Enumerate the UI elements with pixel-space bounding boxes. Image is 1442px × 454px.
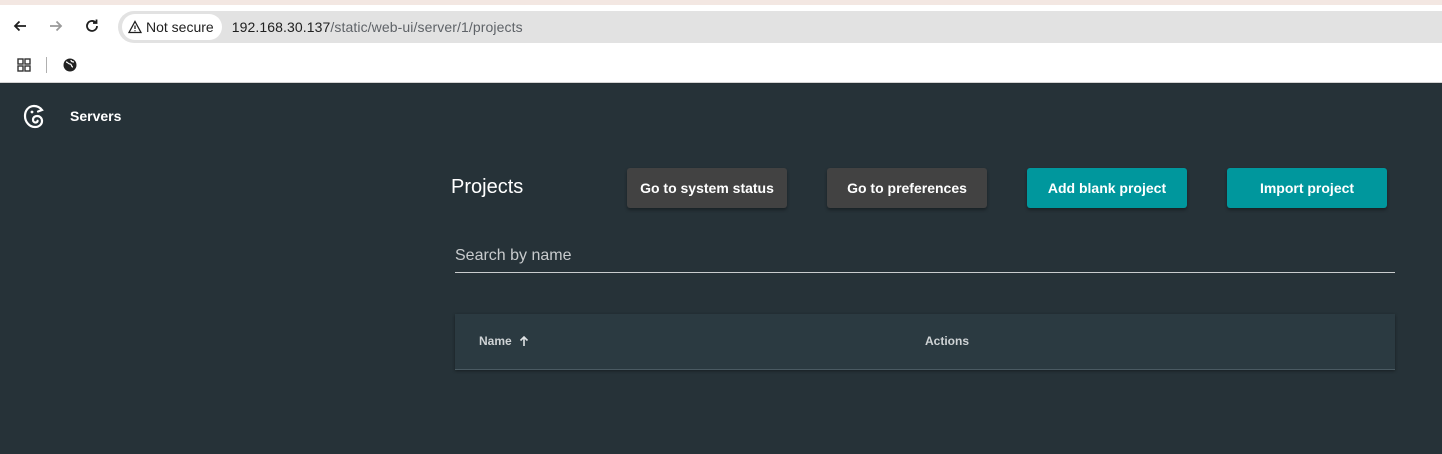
app-title[interactable]: Servers xyxy=(70,108,121,124)
url-text[interactable]: 192.168.30.137/static/web-ui/server/1/pr… xyxy=(232,19,523,35)
arrow-right-icon xyxy=(50,20,63,32)
column-header-actions: Actions xyxy=(925,334,969,348)
apps-icon[interactable] xyxy=(15,56,33,74)
import-project-button[interactable]: Import project xyxy=(1227,168,1387,208)
back-button[interactable] xyxy=(6,12,34,40)
column-header-name[interactable]: Name xyxy=(479,334,530,348)
sort-arrow-up-icon xyxy=(519,335,528,346)
warning-icon xyxy=(128,20,142,34)
bookmarks-separator xyxy=(46,57,47,73)
add-blank-project-button[interactable]: Add blank project xyxy=(1027,168,1187,208)
system-status-button[interactable]: Go to system status xyxy=(627,168,787,208)
forward-button[interactable] xyxy=(42,12,70,40)
bookmarks-bar xyxy=(0,47,1442,83)
preferences-button[interactable]: Go to preferences xyxy=(827,168,987,208)
main-content: Projects Go to system status Go to prefe… xyxy=(0,148,1442,454)
column-header-actions-label: Actions xyxy=(925,334,970,348)
security-chip[interactable]: Not secure xyxy=(122,14,222,40)
page-title: Projects xyxy=(451,176,524,198)
reload-button[interactable] xyxy=(78,12,106,40)
search-input[interactable] xyxy=(455,240,1395,272)
address-bar[interactable]: Not secure 192.168.30.137/static/web-ui/… xyxy=(118,11,1442,43)
security-label: Not secure xyxy=(146,19,214,35)
search-field xyxy=(455,240,1395,273)
arrow-left-icon xyxy=(13,20,26,32)
globe-icon[interactable] xyxy=(61,56,79,74)
browser-toolbar: Not secure 192.168.30.137/static/web-ui/… xyxy=(0,5,1442,47)
app-header: Servers xyxy=(0,84,1442,148)
reload-icon xyxy=(86,19,98,32)
url-host: 192.168.30.137 xyxy=(231,19,331,35)
chameleon-logo-icon[interactable] xyxy=(22,104,46,130)
column-header-name-label: Name xyxy=(479,334,512,348)
projects-table: Name Actions xyxy=(455,314,1395,370)
url-path: /static/web-ui/server/1/projects xyxy=(330,19,523,35)
